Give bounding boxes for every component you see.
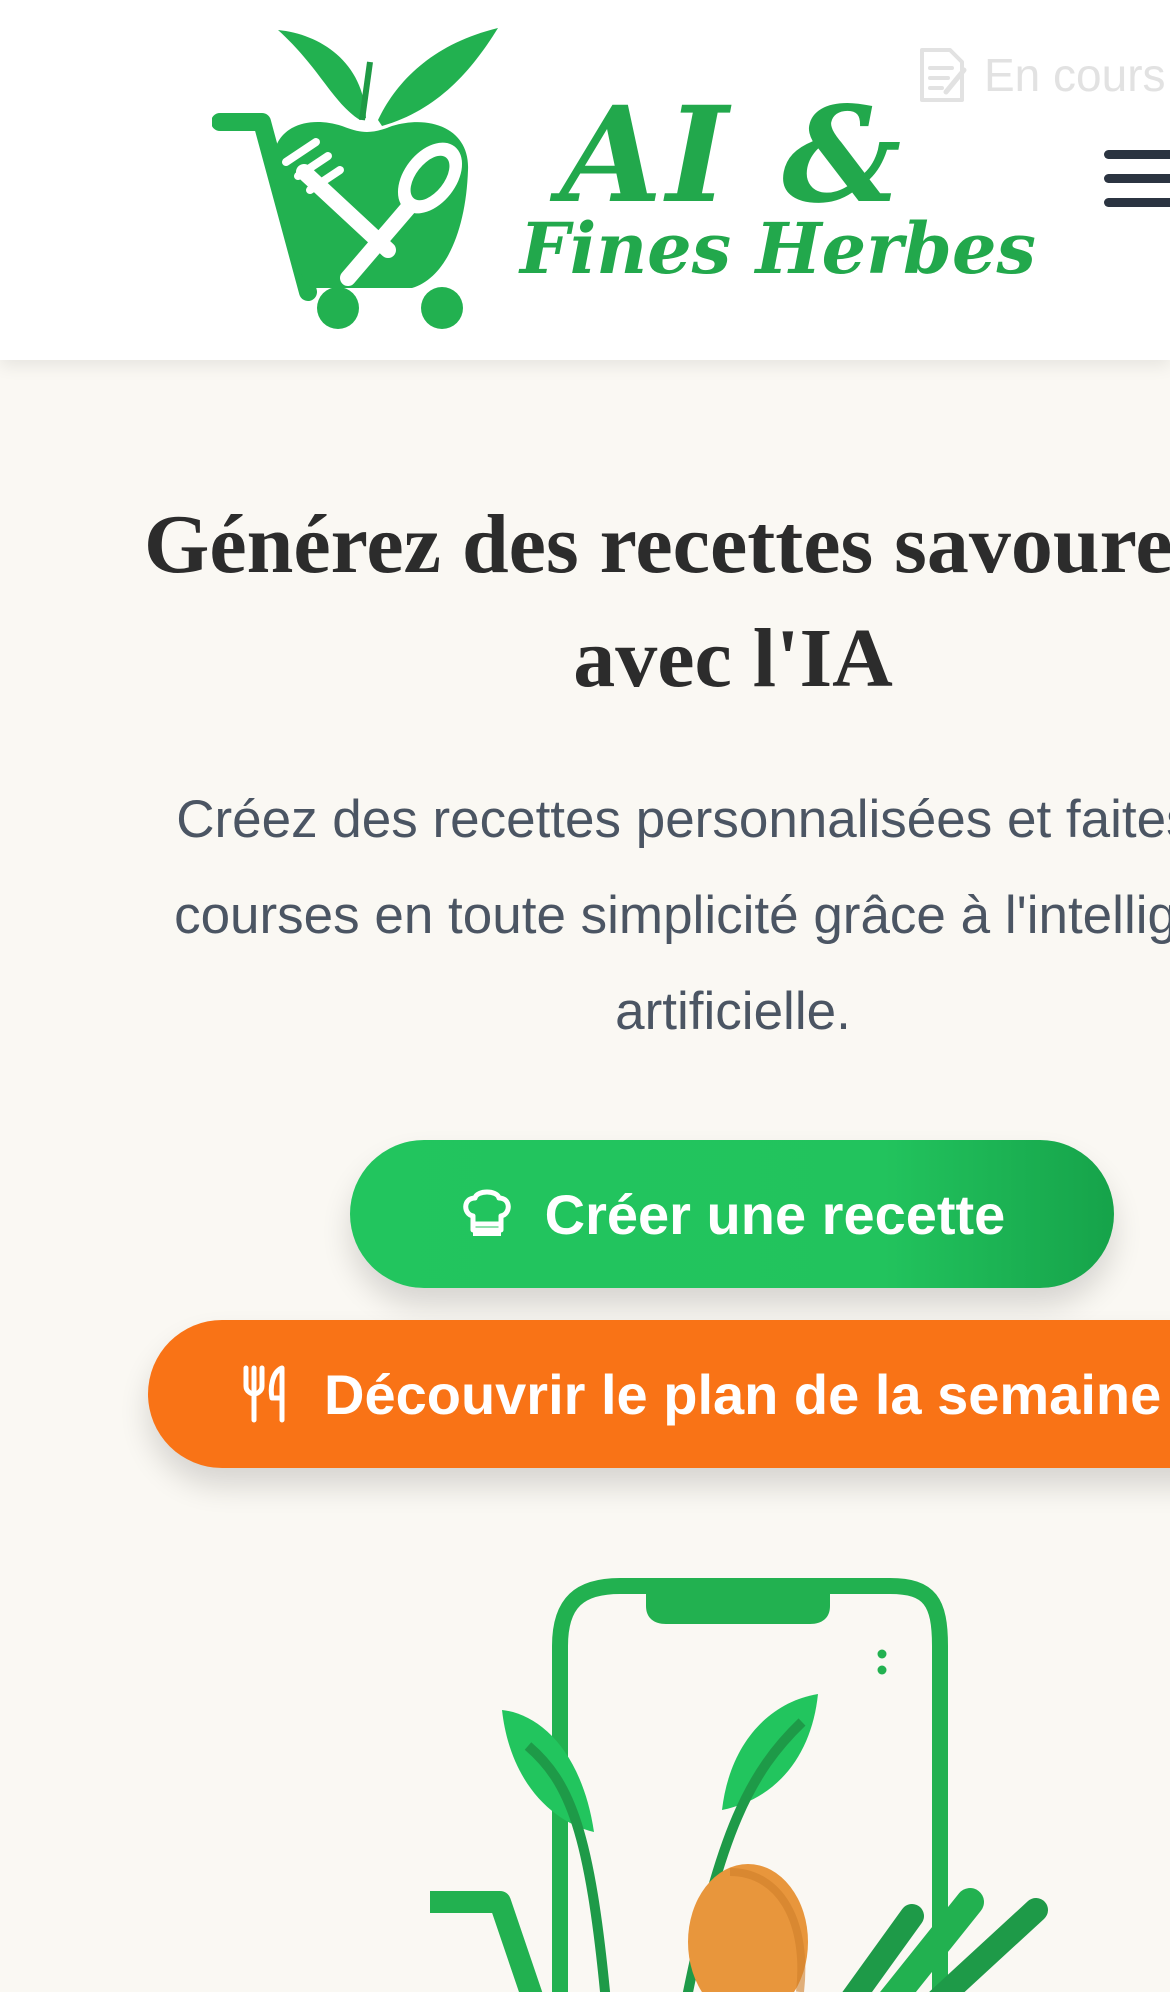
weekly-plan-label: Découvrir le plan de la semaine bbox=[324, 1362, 1162, 1426]
hero-subtitle-line-2: courses en toute simplicité grâce à l'in… bbox=[174, 886, 1170, 945]
site-header: AI & Fines Herbes En cours bbox=[0, 0, 1170, 360]
create-recipe-label: Créer une recette bbox=[544, 1182, 1006, 1246]
create-recipe-button[interactable]: Créer une recette bbox=[350, 1140, 1114, 1288]
hero-subtitle-line-1: Créez des recettes personnalisées et fai… bbox=[176, 790, 1170, 849]
weekly-plan-button[interactable]: Découvrir le plan de la semaine bbox=[148, 1320, 1170, 1468]
page: AI & Fines Herbes En cours Générez des r… bbox=[0, 0, 1170, 1992]
hamburger-menu-icon[interactable] bbox=[1104, 150, 1170, 210]
hero-subtitle-line-3: artificielle. bbox=[615, 982, 851, 1041]
chef-hat-icon bbox=[459, 1186, 515, 1242]
document-edit-icon bbox=[920, 48, 967, 102]
hero-subtitle: Créez des recettes personnalisées et fai… bbox=[0, 772, 1170, 1060]
fork-knife-icon bbox=[238, 1364, 294, 1424]
hero-title-line-1: Générez des recettes savoureuses bbox=[143, 498, 1170, 591]
hero-title: Générez des recettes savoureuses avec l'… bbox=[0, 488, 1170, 716]
logo-text-primary[interactable]: AI & bbox=[560, 90, 905, 222]
status-indicator: En cours bbox=[916, 46, 1166, 104]
hero-title-line-2: avec l'IA bbox=[573, 612, 893, 705]
status-text: En cours bbox=[984, 49, 1166, 101]
logo-text-secondary[interactable]: Fines Herbes bbox=[520, 214, 1036, 284]
logo-cart-icon[interactable] bbox=[212, 22, 522, 342]
phone-grocery-illustration bbox=[430, 1578, 1048, 1992]
